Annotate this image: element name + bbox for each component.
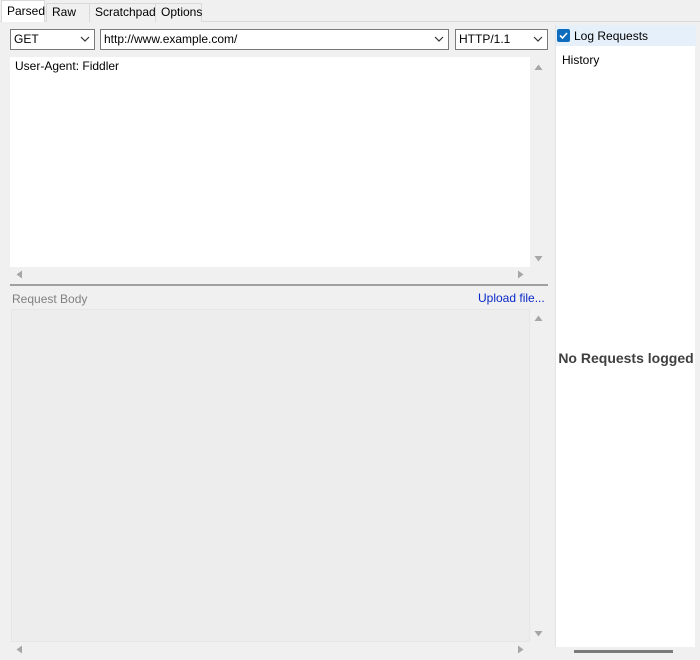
headers-horizontal-scrollbar[interactable] bbox=[10, 267, 530, 283]
url-input[interactable]: http://www.example.com/ bbox=[100, 29, 449, 50]
request-body-textarea[interactable] bbox=[11, 309, 530, 642]
chevron-down-icon bbox=[533, 36, 543, 42]
scroll-up-arrow-icon[interactable] bbox=[534, 314, 543, 323]
http-version-value: HTTP/1.1 bbox=[459, 32, 511, 46]
upload-file-link[interactable]: Upload file... bbox=[478, 291, 545, 305]
splitter[interactable] bbox=[10, 284, 548, 286]
tab-strip: Parsed Raw Scratchpad Options bbox=[0, 0, 700, 22]
log-requests-label: Log Requests bbox=[574, 29, 649, 43]
tab-scratchpad[interactable]: Scratchpad bbox=[89, 3, 156, 22]
checkmark-icon bbox=[559, 32, 568, 40]
history-scrollbar[interactable] bbox=[574, 650, 673, 653]
scroll-down-arrow-icon[interactable] bbox=[534, 254, 543, 263]
tab-scratchpad-label: Scratchpad bbox=[95, 5, 156, 19]
tab-raw[interactable]: Raw bbox=[46, 3, 91, 22]
scroll-right-arrow-icon[interactable] bbox=[516, 645, 525, 654]
scroll-up-arrow-icon[interactable] bbox=[534, 63, 543, 72]
chevron-down-icon bbox=[80, 36, 90, 42]
http-version-select[interactable]: HTTP/1.1 bbox=[455, 29, 548, 50]
tab-parsed-label: Parsed bbox=[7, 4, 46, 18]
log-requests-checkbox-row[interactable]: Log Requests bbox=[556, 25, 696, 46]
scroll-left-arrow-icon[interactable] bbox=[15, 645, 24, 654]
headers-vertical-scrollbar[interactable] bbox=[530, 57, 547, 267]
tab-raw-label: Raw bbox=[52, 5, 77, 19]
tab-parsed[interactable]: Parsed bbox=[1, 0, 45, 22]
headers-text: User-Agent: Fiddler bbox=[15, 59, 120, 73]
empty-history-message: No Requests logged bbox=[558, 350, 694, 366]
headers-textarea[interactable]: User-Agent: Fiddler bbox=[10, 57, 530, 267]
chevron-down-icon bbox=[434, 36, 444, 42]
tab-options[interactable]: Options bbox=[155, 3, 202, 22]
method-select[interactable]: GET bbox=[10, 29, 95, 50]
log-requests-checkbox[interactable] bbox=[557, 29, 570, 42]
history-panel: Log Requests History No Requests logged bbox=[555, 25, 696, 653]
request-body-label: Request Body bbox=[12, 292, 88, 306]
tab-options-label: Options bbox=[161, 5, 203, 19]
url-value: http://www.example.com/ bbox=[104, 32, 238, 46]
scroll-left-arrow-icon[interactable] bbox=[15, 270, 24, 279]
body-horizontal-scrollbar[interactable] bbox=[10, 642, 530, 658]
history-label: History bbox=[562, 53, 600, 67]
body-vertical-scrollbar[interactable] bbox=[530, 309, 547, 642]
scroll-right-arrow-icon[interactable] bbox=[516, 270, 525, 279]
scroll-down-arrow-icon[interactable] bbox=[534, 629, 543, 638]
method-value: GET bbox=[14, 32, 39, 46]
